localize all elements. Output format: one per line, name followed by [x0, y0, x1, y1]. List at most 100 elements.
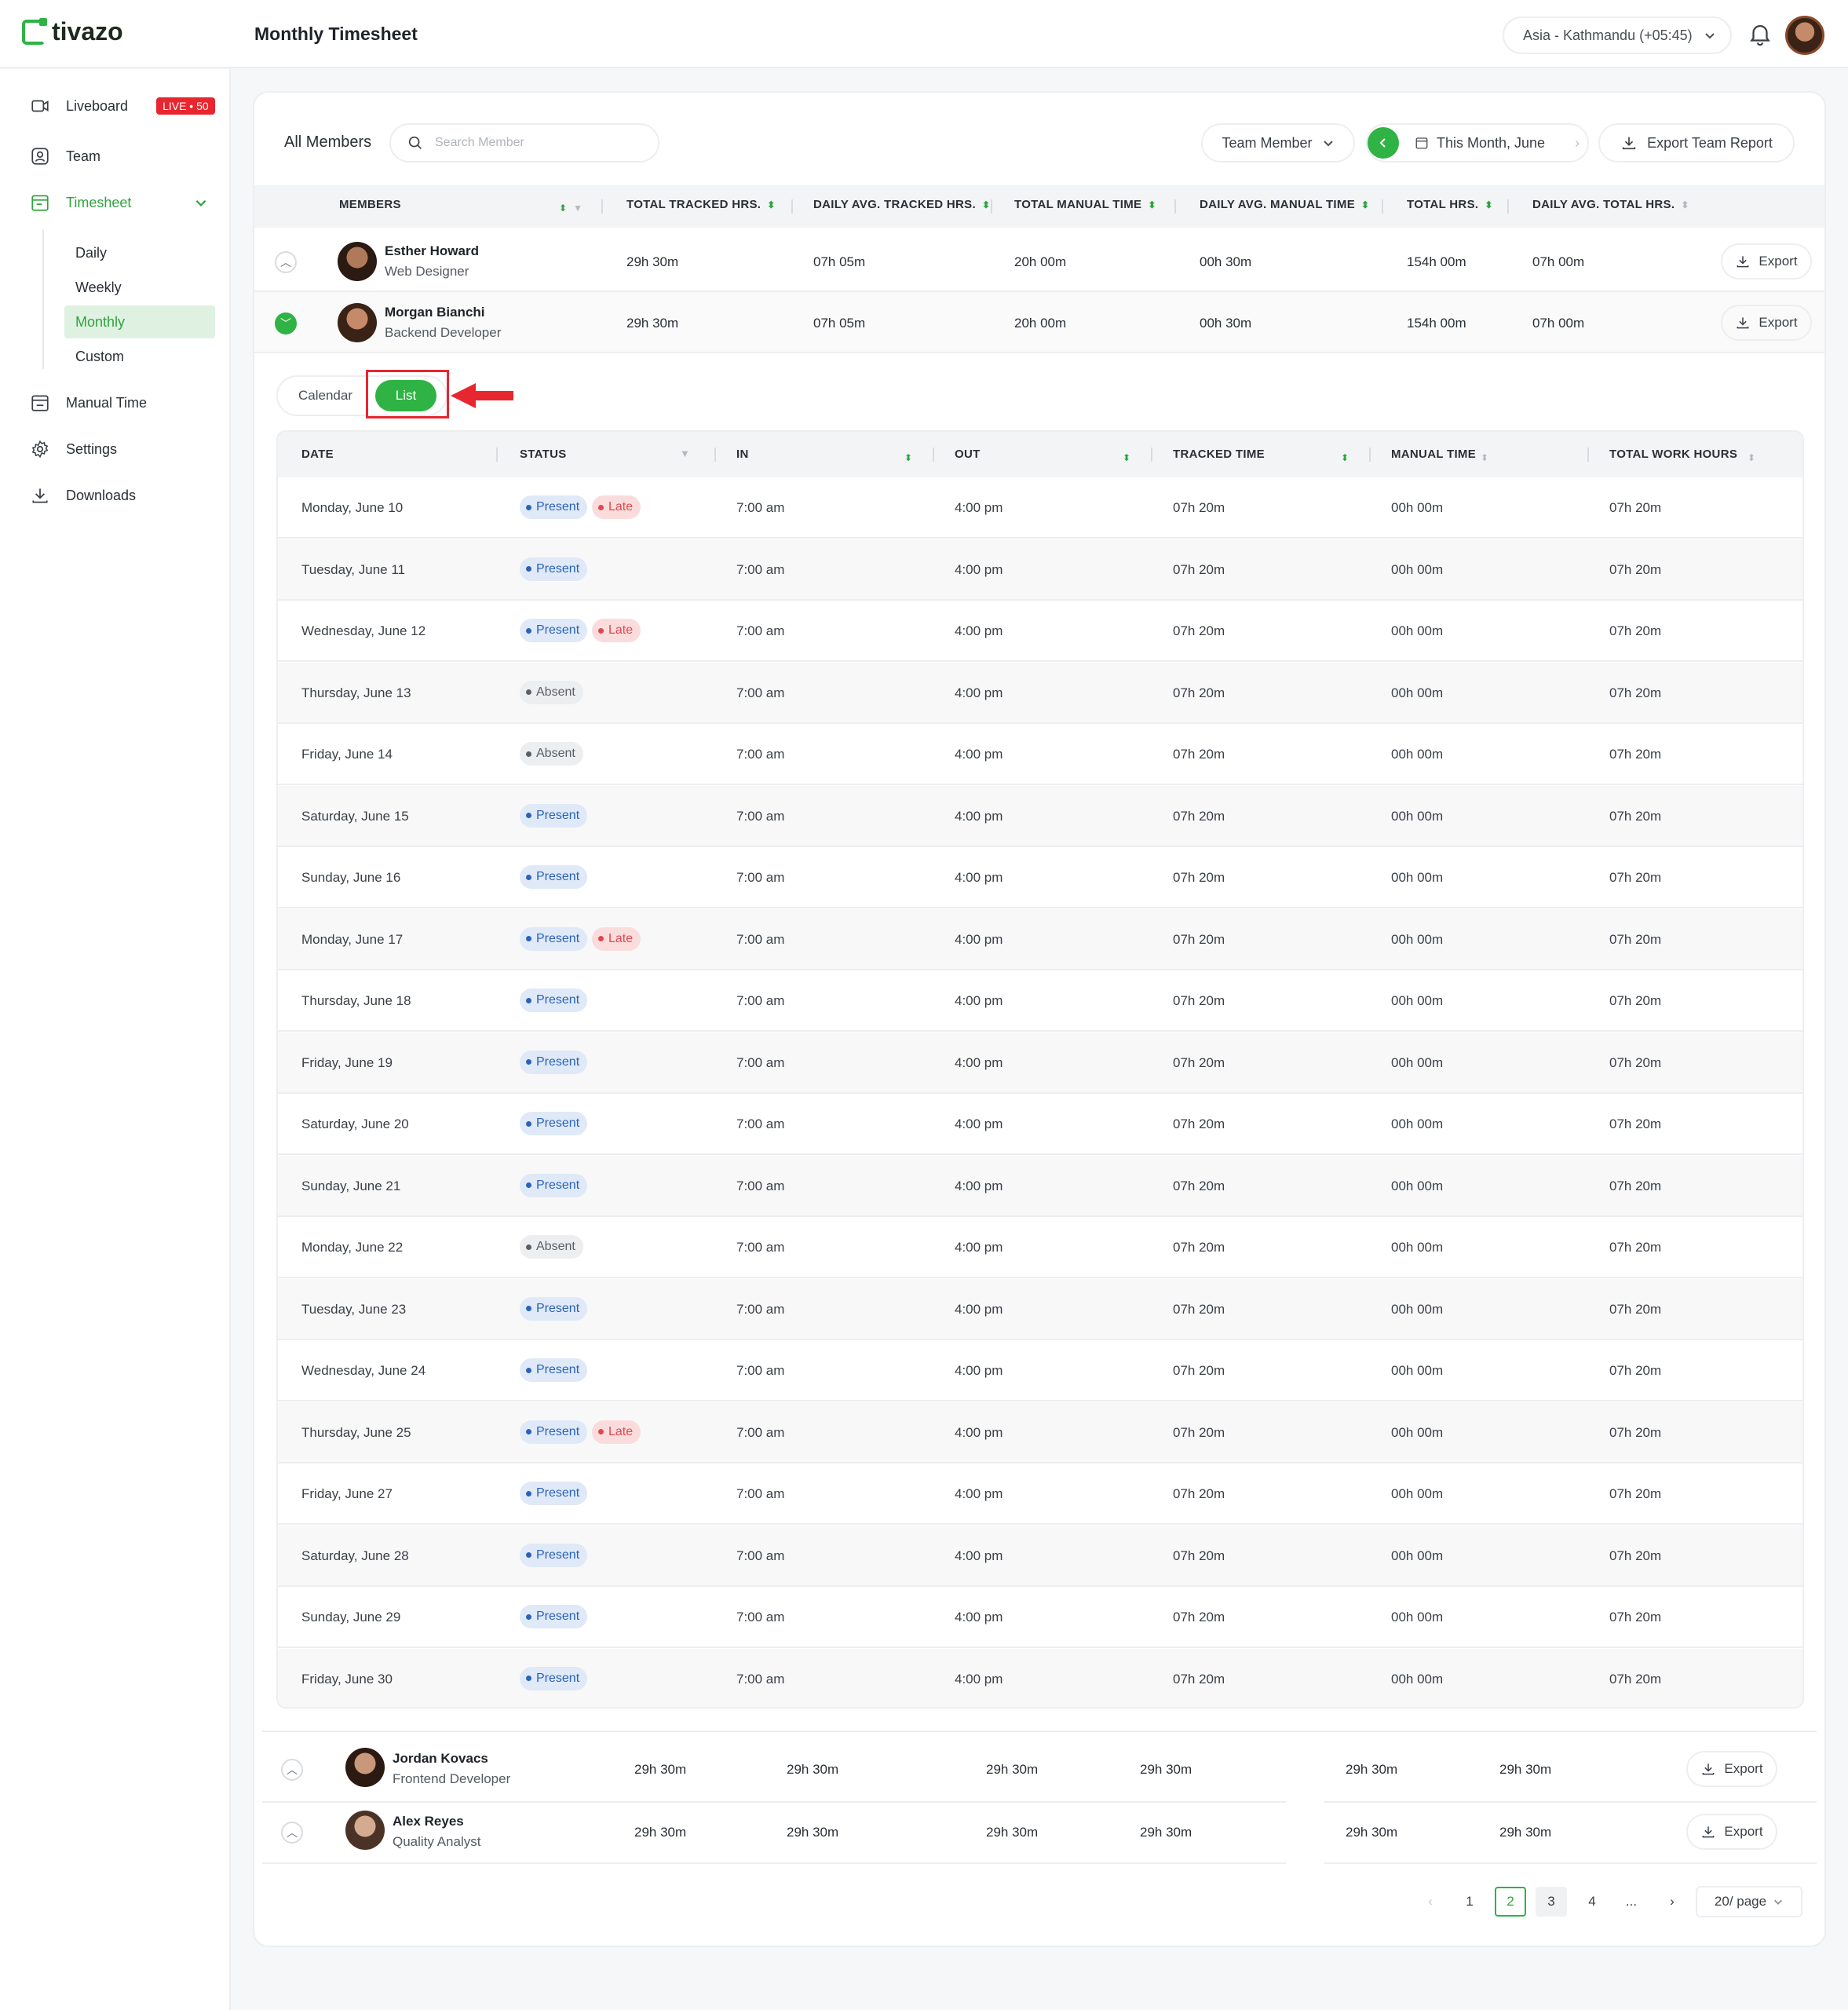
expand-chevron-up-icon[interactable]: ︿	[281, 1822, 303, 1844]
member-row[interactable]: ︿ Esther Howard Web Designer 29h 30m 07h…	[254, 231, 1824, 292]
in-cell: 7:00 am	[736, 500, 785, 515]
in-cell: 7:00 am	[736, 685, 785, 700]
column-separator	[991, 199, 992, 214]
status-badge: Present	[520, 1420, 588, 1444]
collapse-chevron-down-icon[interactable]: ﹀	[275, 312, 297, 334]
status-label: Present	[536, 1424, 580, 1438]
sidebar-item-label: Liveboard	[66, 97, 129, 114]
col-out[interactable]: OUT	[955, 448, 981, 461]
manual-cell: 00h 00m	[1391, 1054, 1444, 1070]
sort-icon[interactable]: ⬍	[1474, 448, 1488, 466]
export-button[interactable]: Export	[1721, 243, 1812, 280]
status-badge: Present	[520, 557, 588, 581]
avatar	[345, 1748, 385, 1787]
sidebar-item-team[interactable]: Team	[30, 146, 100, 166]
sort-icon[interactable]: ⬍	[1335, 448, 1349, 466]
in-cell: 7:00 am	[736, 993, 785, 1008]
total-cell: 07h 20m	[1609, 1240, 1662, 1255]
user-icon	[31, 148, 49, 165]
export-team-report-button[interactable]: Export Team Report	[1598, 123, 1795, 163]
sort-icon[interactable]: ⬍	[898, 448, 912, 466]
col-total-hrs[interactable]: TOTAL HRS. ⬍	[1407, 198, 1493, 211]
col-members[interactable]: MEMBERS	[339, 198, 401, 211]
subnav-monthly[interactable]: Monthly	[64, 305, 215, 338]
next-page-icon[interactable]: ›	[1656, 1887, 1688, 1917]
user-avatar[interactable]	[1785, 16, 1824, 55]
sidebar-item-liveboard[interactable]: Liveboard LIVE • 50	[30, 96, 215, 116]
sidebar-item-manual-time[interactable]: Manual Time	[30, 393, 147, 413]
member-row-expanded[interactable]: ﹀ Morgan Bianchi Backend Developer 29h 3…	[254, 292, 1824, 353]
status-dot-icon	[526, 751, 531, 757]
tracked-cell: 07h 20m	[1173, 1424, 1225, 1440]
member-role: Quality Analyst	[393, 1834, 481, 1849]
export-button[interactable]: Export	[1721, 305, 1812, 341]
timezone-selector[interactable]: Asia - Kathmandu (+05:45)	[1503, 16, 1732, 54]
out-cell: 4:00 pm	[955, 1486, 1003, 1501]
download-icon	[1703, 1763, 1715, 1775]
table-row: Wednesday, June 12 7:00 am 4:00 pm 07h 20m 0…	[278, 601, 1802, 662]
sort-icon[interactable]: ⬍ ▼	[553, 198, 583, 216]
col-total-manual[interactable]: TOTAL MANUAL TIME ⬍	[1014, 198, 1156, 211]
subnav-daily[interactable]: Daily	[64, 236, 215, 269]
bell-icon[interactable]	[1747, 20, 1773, 47]
filter-icon[interactable]: ▼	[680, 448, 690, 459]
app-logo[interactable]: tivazo	[22, 17, 123, 46]
page-2[interactable]: 2	[1495, 1887, 1526, 1917]
out-cell: 4:00 pm	[955, 561, 1003, 577]
status-dot-icon	[526, 1429, 531, 1434]
page-3[interactable]: 3	[1536, 1887, 1567, 1917]
sort-icon[interactable]: ⬍	[1116, 448, 1130, 466]
prev-page-icon[interactable]: ‹	[1415, 1887, 1446, 1917]
page-4[interactable]: 4	[1576, 1887, 1608, 1917]
member-row[interactable]: ︿ Alex Reyes Quality Analyst 29h 30m 29h…	[262, 1803, 1817, 1864]
col-status[interactable]: STATUS	[520, 448, 567, 461]
subnav-custom[interactable]: Custom	[64, 340, 215, 373]
sidebar-item-timesheet[interactable]: Timesheet	[30, 192, 208, 213]
subnav-weekly[interactable]: Weekly	[64, 271, 215, 304]
per-page-label: 20/ page	[1714, 1894, 1767, 1909]
col-manual-time[interactable]: MANUAL TIME	[1391, 448, 1476, 461]
col-tracked-time[interactable]: TRACKED TIME	[1173, 448, 1265, 461]
team-member-dropdown[interactable]: Team Member	[1201, 123, 1355, 163]
expand-chevron-up-icon[interactable]: ︿	[281, 1759, 303, 1781]
avatar	[338, 303, 377, 342]
page-1[interactable]: 1	[1454, 1887, 1485, 1917]
col-date[interactable]: DATE	[301, 448, 334, 461]
expand-chevron-up-icon[interactable]: ︿	[275, 251, 297, 273]
calendar-view-tab[interactable]: Calendar	[298, 388, 352, 404]
detail-table-header: DATE STATUS ▼ IN ⬍ OUT ⬍ TRACKED TIME ⬍ …	[278, 432, 1802, 477]
search-member-input[interactable]: Search Member	[389, 123, 659, 163]
sidebar-item-downloads[interactable]: Downloads	[30, 485, 136, 506]
sort-icon[interactable]: ⬍	[1741, 448, 1755, 466]
column-separator	[791, 199, 793, 214]
page-ellipsis[interactable]: ...	[1616, 1887, 1647, 1917]
col-in[interactable]: IN	[736, 448, 749, 461]
tracked-cell: 07h 20m	[1173, 931, 1225, 947]
chevron-down-icon	[1323, 141, 1333, 147]
col-daily-avg-manual[interactable]: DAILY AVG. MANUAL TIME ⬍	[1200, 198, 1369, 211]
col-total-tracked[interactable]: TOTAL TRACKED HRS. ⬍	[626, 198, 776, 211]
previous-period-button[interactable]	[1368, 127, 1399, 159]
tracked-cell: 07h 20m	[1173, 1178, 1225, 1193]
sidebar-item-settings[interactable]: Settings	[30, 439, 117, 459]
in-cell: 7:00 am	[736, 1671, 785, 1687]
status-badge: Present	[520, 1050, 588, 1074]
status-badge: Late	[592, 926, 641, 951]
table-row: Saturday, June 28 7:00 am 4:00 pm 07h 20m 00…	[278, 1525, 1802, 1587]
period-selector[interactable]: This Month, June ›	[1366, 123, 1589, 163]
export-button[interactable]: Export	[1686, 1751, 1777, 1787]
value-cell: 29h 30m	[634, 1762, 687, 1777]
col-total-work-hours[interactable]: TOTAL WORK HOURS	[1609, 448, 1737, 461]
per-page-select[interactable]: 20/ page	[1696, 1886, 1802, 1917]
export-button[interactable]: Export	[1686, 1814, 1777, 1850]
member-row[interactable]: ︿ Jordan Kovacs Frontend Developer 29h 3…	[262, 1740, 1817, 1801]
chevron-right-icon[interactable]: ›	[1575, 135, 1580, 152]
value-cell: 29h 30m	[1140, 1825, 1192, 1840]
manual-cell: 00h 00m	[1391, 870, 1444, 885]
date-cell: Thursday, June 25	[301, 1424, 411, 1440]
status-label: Present	[536, 561, 580, 576]
col-daily-avg-total[interactable]: DAILY AVG. TOTAL HRS. ⬍	[1532, 198, 1689, 211]
col-daily-avg-tracked[interactable]: DAILY AVG. TRACKED HRS. ⬍	[813, 198, 990, 211]
table-row: Wednesday, June 24 7:00 am 4:00 pm 07h 20m 0…	[278, 1340, 1802, 1402]
total-cell: 07h 20m	[1609, 993, 1662, 1008]
